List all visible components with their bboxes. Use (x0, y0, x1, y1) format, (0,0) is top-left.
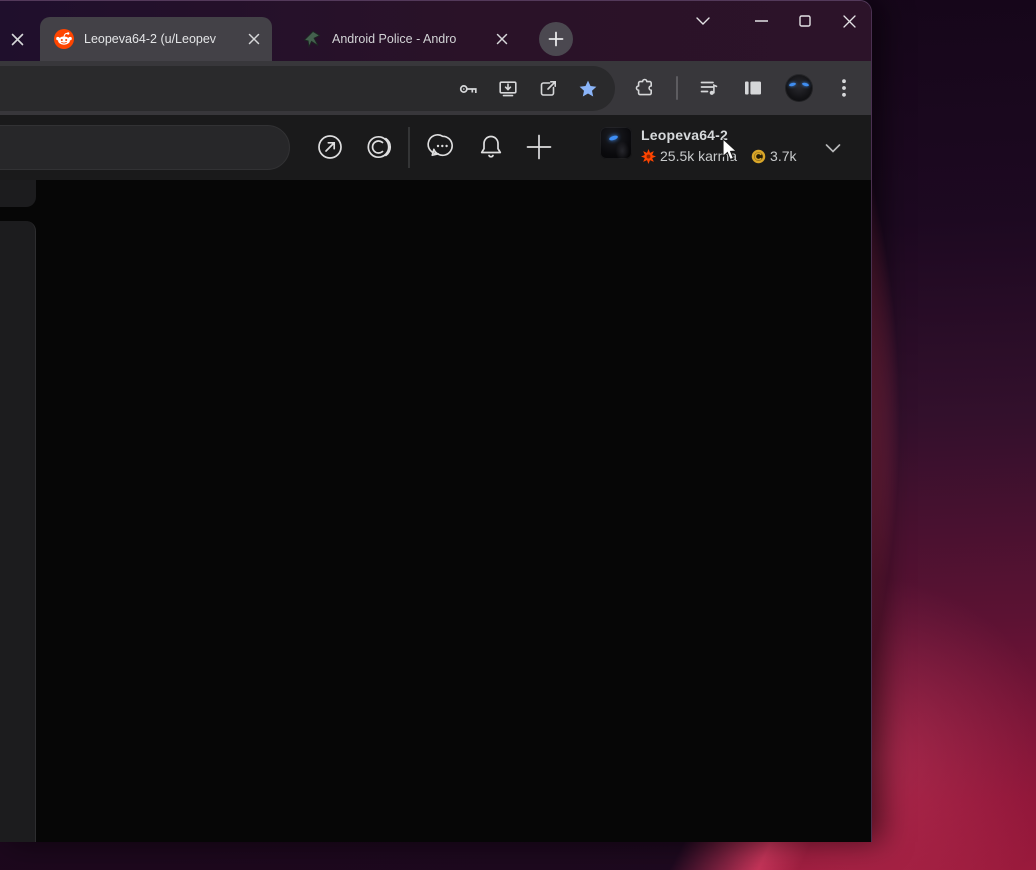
coin-icon (751, 149, 766, 164)
tab-strip: Leopeva64-2 (u/Leopev Android Police - A… (0, 1, 871, 61)
extensions-icon[interactable] (634, 77, 656, 99)
close-window-button[interactable] (827, 6, 871, 36)
reddit-search-input[interactable] (0, 125, 290, 170)
address-bar[interactable] (0, 66, 615, 111)
coin-count: 3.7k (770, 148, 796, 164)
bookmark-star-icon[interactable] (577, 78, 599, 100)
browser-window: Leopeva64-2 (u/Leopev Android Police - A… (0, 0, 872, 842)
window-controls (681, 6, 871, 36)
key-icon[interactable] (457, 78, 479, 100)
tab-close-icon[interactable] (492, 29, 512, 49)
advertise-icon[interactable] (313, 130, 347, 164)
tab-search-chevron-icon[interactable] (681, 6, 725, 36)
header-separator (408, 127, 410, 168)
reddit-user-avatar (600, 127, 632, 159)
desktop: { "window": { "controls": ["tab-search-c… (0, 0, 1036, 870)
tab-android-police[interactable]: Android Police - Andro (288, 17, 520, 61)
account-menu[interactable]: Leopeva64-2 25.5k karma (600, 127, 797, 164)
page-content (0, 180, 871, 842)
mouse-cursor (722, 138, 741, 162)
maximize-button[interactable] (783, 6, 827, 36)
tab-title: Leopeva64-2 (u/Leopev (84, 31, 240, 47)
install-icon[interactable] (497, 78, 519, 100)
minimize-button[interactable] (739, 6, 783, 36)
notifications-icon[interactable] (474, 130, 508, 164)
avatar-eye (802, 82, 810, 87)
chat-icon[interactable] (425, 130, 459, 164)
tab-title: Android Police - Andro (332, 31, 488, 47)
reddit-icon (54, 29, 74, 49)
media-controls-icon[interactable] (698, 77, 720, 99)
tab-close-icon[interactable] (244, 29, 264, 49)
cutoff-tab-close-icon[interactable] (6, 28, 28, 50)
browser-toolbar (0, 61, 871, 115)
left-rail-segment-bottom[interactable] (0, 221, 36, 842)
side-panel-icon[interactable] (742, 77, 764, 99)
android-police-icon (302, 29, 322, 49)
browser-profile-avatar[interactable] (785, 74, 813, 102)
avatar-eye (789, 82, 797, 87)
left-rail-segment-top (0, 180, 36, 207)
new-tab-button[interactable] (539, 22, 573, 56)
create-post-icon[interactable] (522, 130, 556, 164)
coins-icon[interactable] (363, 130, 397, 164)
menu-dots-icon[interactable] (835, 77, 853, 99)
karma-icon (641, 149, 656, 164)
avatar-eye (609, 135, 619, 142)
account-chevron-icon[interactable] (822, 139, 844, 157)
share-icon[interactable] (537, 78, 559, 100)
toolbar-separator (676, 76, 678, 100)
tab-reddit-profile[interactable]: Leopeva64-2 (u/Leopev (40, 17, 272, 61)
reddit-username: Leopeva64-2 (641, 127, 797, 143)
reddit-user-stats: 25.5k karma 3.7k (641, 148, 797, 164)
